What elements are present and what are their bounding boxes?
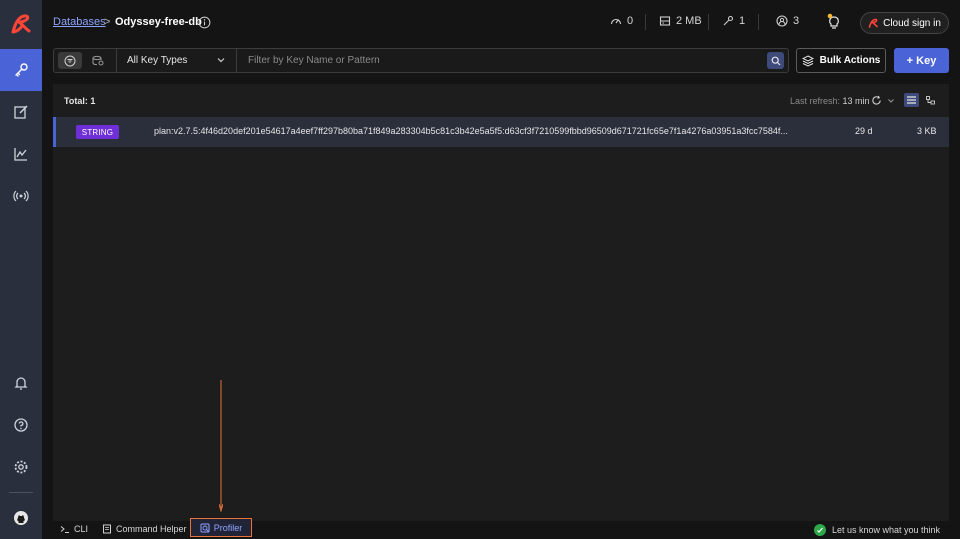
view-mode-toggle <box>54 49 117 72</box>
database-name: Odyssey-free-db <box>115 16 202 28</box>
sidebar-item-github[interactable] <box>0 497 42 539</box>
breadcrumb-separator: > <box>104 16 111 28</box>
command-helper-tab[interactable]: Command Helper <box>102 524 187 534</box>
key-icon <box>15 63 28 77</box>
cli-tab[interactable]: CLI <box>60 524 88 534</box>
key-filter-bar: All Key Types <box>53 48 789 73</box>
bell-icon <box>14 377 28 390</box>
tree-view-button[interactable] <box>923 93 938 107</box>
stat-clients-value: 3 <box>793 15 800 27</box>
profiler-label: Profiler <box>213 522 243 533</box>
sidebar-item-settings[interactable] <box>0 446 42 488</box>
gear-icon <box>14 460 28 474</box>
list-icon <box>907 96 916 104</box>
stat-memory: 2 MB <box>659 15 702 27</box>
stat-ops: 0 <box>610 15 633 27</box>
key-type-selected: All Key Types <box>127 55 188 66</box>
header-divider <box>645 14 646 30</box>
stat-ops-value: 0 <box>627 15 634 27</box>
sidebar-item-browser[interactable] <box>0 49 42 91</box>
key-size: 3 KB <box>917 126 937 136</box>
table-row[interactable]: STRING plan:v2.7.5:4f46d20def201e54617a4… <box>53 117 949 147</box>
sidebar <box>0 0 42 539</box>
document-icon <box>103 524 111 534</box>
database-search-icon <box>92 55 103 65</box>
key-name: plan:v2.7.5:4f46d20def201e54617a4eef7ff2… <box>154 126 788 136</box>
info-icon[interactable] <box>198 16 211 29</box>
lightbulb-icon[interactable] <box>826 13 842 31</box>
bottom-bar: CLI Command Helper Profiler Let us know … <box>42 518 960 539</box>
chart-icon <box>14 148 27 161</box>
last-refresh: Last refresh: 13 min <box>790 96 870 106</box>
header-divider <box>758 14 759 30</box>
layers-icon <box>801 54 814 67</box>
list-view-button[interactable] <box>904 93 919 107</box>
key-search-input[interactable] <box>238 49 766 72</box>
search-button[interactable] <box>767 52 784 69</box>
feedback-label: Let us know what you think <box>831 525 940 535</box>
key-icon <box>723 15 734 26</box>
broadcast-icon <box>13 190 29 202</box>
stat-keys-value: 1 <box>739 15 746 27</box>
sidebar-divider <box>9 492 33 493</box>
sidebar-item-workbench[interactable] <box>0 91 42 133</box>
command-helper-label: Command Helper <box>116 524 187 534</box>
edit-icon <box>14 105 28 119</box>
profiler-tab[interactable]: Profiler <box>190 518 252 537</box>
bulk-actions-label: Bulk Actions <box>819 55 881 66</box>
add-key-button[interactable]: + Key <box>894 48 949 73</box>
feedback-link[interactable]: Let us know what you think <box>813 524 940 536</box>
sidebar-item-pubsub[interactable] <box>0 175 42 217</box>
feedback-icon <box>813 524 826 536</box>
stat-clients: 3 <box>776 15 799 27</box>
app-root: Databases > Odyssey-free-db 0 2 MB 1 3 C… <box>0 0 960 539</box>
redis-logo-icon <box>868 18 878 28</box>
total-keys-count: Total: 1 <box>64 96 96 106</box>
filter-icon <box>64 55 76 66</box>
memory-icon <box>659 16 671 26</box>
sidebar-item-notifications[interactable] <box>0 362 42 404</box>
key-list-panel: Total: 1 Last refresh: 13 min STRING pla… <box>53 84 949 521</box>
key-type-badge: STRING <box>76 125 119 139</box>
header-divider <box>708 14 709 30</box>
key-ttl: 29 d <box>855 126 873 136</box>
github-icon <box>14 511 28 525</box>
chevron-down-icon <box>217 58 225 63</box>
last-refresh-value: 13 min <box>842 96 870 106</box>
top-header: Databases > Odyssey-free-db 0 2 MB 1 3 C… <box>42 0 960 44</box>
redis-logo-icon[interactable] <box>9 12 33 36</box>
pattern-filter-button[interactable] <box>58 52 82 69</box>
refresh-icon[interactable] <box>871 95 882 106</box>
breadcrumb-databases-link[interactable]: Databases <box>53 16 106 28</box>
tree-icon <box>926 95 935 104</box>
stat-keys: 1 <box>722 15 745 27</box>
cloud-sign-in-button[interactable]: Cloud sign in <box>860 12 949 34</box>
profiler-icon <box>200 523 210 532</box>
cli-label: CLI <box>74 524 89 534</box>
search-icon <box>771 56 780 65</box>
key-type-select[interactable]: All Key Types <box>117 49 237 72</box>
cloud-sign-in-label: Cloud sign in <box>883 17 941 29</box>
annotation-arrow <box>219 380 223 512</box>
search-index-button[interactable] <box>86 52 110 69</box>
user-icon <box>776 15 788 27</box>
last-refresh-label: Last refresh: <box>790 96 841 106</box>
bulk-actions-button[interactable]: Bulk Actions <box>796 48 886 73</box>
chevron-down-icon[interactable] <box>887 97 895 105</box>
sidebar-item-help[interactable] <box>0 404 42 446</box>
stat-memory-value: 2 MB <box>676 15 702 27</box>
terminal-icon <box>60 526 69 533</box>
sidebar-item-analysis[interactable] <box>0 133 42 175</box>
help-icon <box>14 418 28 432</box>
speedometer-icon <box>610 18 622 25</box>
